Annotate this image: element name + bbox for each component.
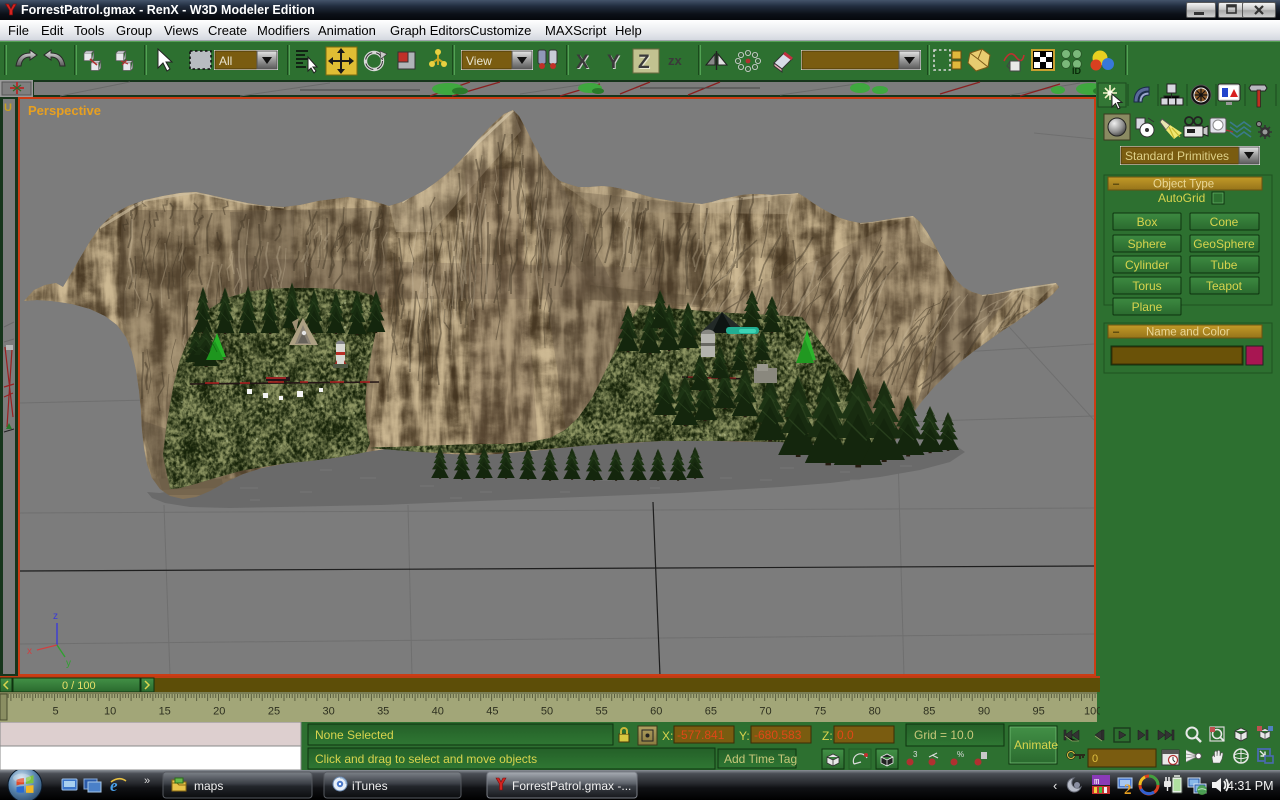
svg-text:m: m [1094, 777, 1099, 787]
svg-text:–: – [1113, 326, 1120, 338]
svg-text:100: 100 [1084, 706, 1100, 718]
svg-text:0.0: 0.0 [837, 728, 854, 742]
svg-text:None Selected: None Selected [315, 728, 394, 742]
svg-text:All: All [219, 54, 232, 68]
svg-text:X: X [576, 52, 589, 73]
svg-text:y: y [66, 658, 71, 669]
svg-text:15: 15 [159, 706, 171, 718]
svg-text:U: U [4, 102, 12, 114]
svg-text:ForrestPatrol.gmax -...: ForrestPatrol.gmax -... [512, 779, 631, 793]
svg-text:0 / 100: 0 / 100 [62, 680, 96, 692]
svg-text:0: 0 [1092, 753, 1098, 765]
svg-text:Cylinder: Cylinder [1125, 258, 1169, 272]
svg-text:Z:: Z: [822, 729, 833, 743]
svg-text:maps: maps [194, 779, 223, 793]
svg-text:45: 45 [486, 706, 498, 718]
svg-text:25: 25 [268, 706, 280, 718]
svg-text:35: 35 [377, 706, 389, 718]
svg-text:40: 40 [432, 706, 444, 718]
svg-text:AutoGrid: AutoGrid [1158, 191, 1205, 205]
svg-text:Sphere: Sphere [1128, 237, 1167, 251]
svg-text:65: 65 [705, 706, 717, 718]
svg-text:85: 85 [923, 706, 935, 718]
svg-text:70: 70 [759, 706, 771, 718]
svg-text:-680.583: -680.583 [754, 728, 802, 742]
svg-text:GeoSphere: GeoSphere [1193, 237, 1255, 251]
svg-text:Standard Primitives: Standard Primitives [1125, 149, 1229, 163]
svg-text:95: 95 [1032, 706, 1044, 718]
svg-text:iTunes: iTunes [352, 779, 388, 793]
svg-text:Z: Z [638, 52, 650, 73]
svg-text:Add Time Tag: Add Time Tag [724, 752, 797, 766]
svg-text:4:31 PM: 4:31 PM [1227, 779, 1274, 793]
svg-text:60: 60 [650, 706, 662, 718]
svg-text:Click and drag to select and m: Click and drag to select and move object… [315, 752, 537, 766]
svg-text:ID: ID [1072, 66, 1082, 76]
svg-text:Y:: Y: [739, 729, 750, 743]
svg-text:Y: Y [607, 52, 620, 73]
svg-text:x: x [27, 646, 32, 657]
svg-text:75: 75 [814, 706, 826, 718]
svg-text:Cone: Cone [1210, 215, 1239, 229]
svg-text:Perspective: Perspective [28, 103, 101, 118]
svg-text:3: 3 [913, 750, 918, 759]
svg-text:Plane: Plane [1132, 300, 1163, 314]
svg-text:–: – [1113, 178, 1120, 190]
svg-text:Animate: Animate [1014, 738, 1058, 752]
svg-text:»: » [144, 775, 150, 787]
svg-text:X:: X: [662, 729, 673, 743]
svg-text:5: 5 [52, 706, 58, 718]
svg-text:10: 10 [104, 706, 116, 718]
svg-text:zx: zx [668, 53, 683, 68]
svg-text:Teapot: Teapot [1206, 279, 1243, 293]
svg-text:50: 50 [541, 706, 553, 718]
svg-text:Box: Box [1137, 215, 1158, 229]
svg-text:-577.841: -577.841 [677, 728, 725, 742]
svg-text:2: 2 [1124, 782, 1132, 798]
svg-text:View: View [466, 54, 492, 68]
svg-text:20: 20 [213, 706, 225, 718]
svg-text:55: 55 [595, 706, 607, 718]
svg-text:‹: ‹ [1053, 778, 1057, 793]
svg-text:%: % [957, 750, 964, 759]
svg-text:Name and Color: Name and Color [1146, 327, 1230, 339]
svg-text:Torus: Torus [1132, 279, 1161, 293]
svg-text:30: 30 [322, 706, 334, 718]
svg-text:Tube: Tube [1211, 258, 1238, 272]
svg-text:Object Type: Object Type [1153, 179, 1214, 191]
svg-text:80: 80 [869, 706, 881, 718]
svg-text:Grid = 10.0: Grid = 10.0 [914, 728, 974, 742]
svg-text:z: z [53, 611, 58, 622]
svg-text:90: 90 [978, 706, 990, 718]
